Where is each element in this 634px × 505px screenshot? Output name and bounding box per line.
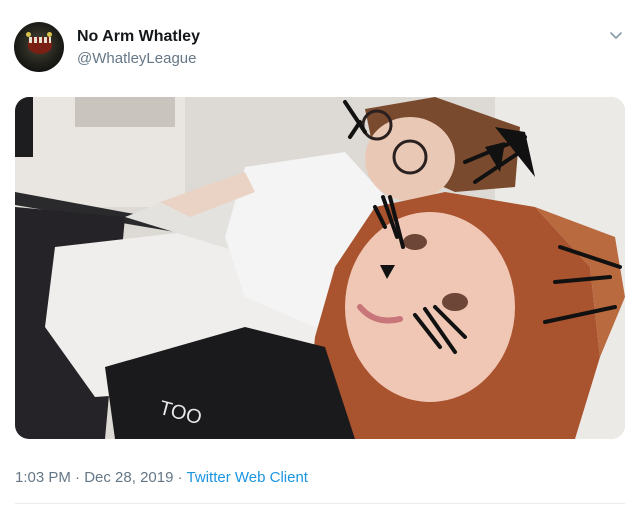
- divider: [15, 503, 625, 504]
- author-name[interactable]: No Arm Whatley: [77, 28, 200, 46]
- tweet-client[interactable]: Twitter Web Client: [187, 469, 308, 486]
- author-handle[interactable]: @WhatleyLeague: [77, 50, 196, 67]
- meta-separator: ·: [177, 469, 183, 486]
- tweet-date[interactable]: Dec 28, 2019: [84, 469, 173, 486]
- tweet-meta: 1:03 PM · Dec 28, 2019 · Twitter Web Cli…: [15, 469, 308, 486]
- tweet-time[interactable]: 1:03 PM: [15, 469, 71, 486]
- meta-separator: ·: [75, 469, 81, 486]
- author-avatar[interactable]: [14, 22, 64, 72]
- chevron-down-icon[interactable]: [607, 26, 625, 44]
- avatar-teeth: [29, 37, 51, 43]
- tweet-photo[interactable]: TOO: [15, 97, 625, 439]
